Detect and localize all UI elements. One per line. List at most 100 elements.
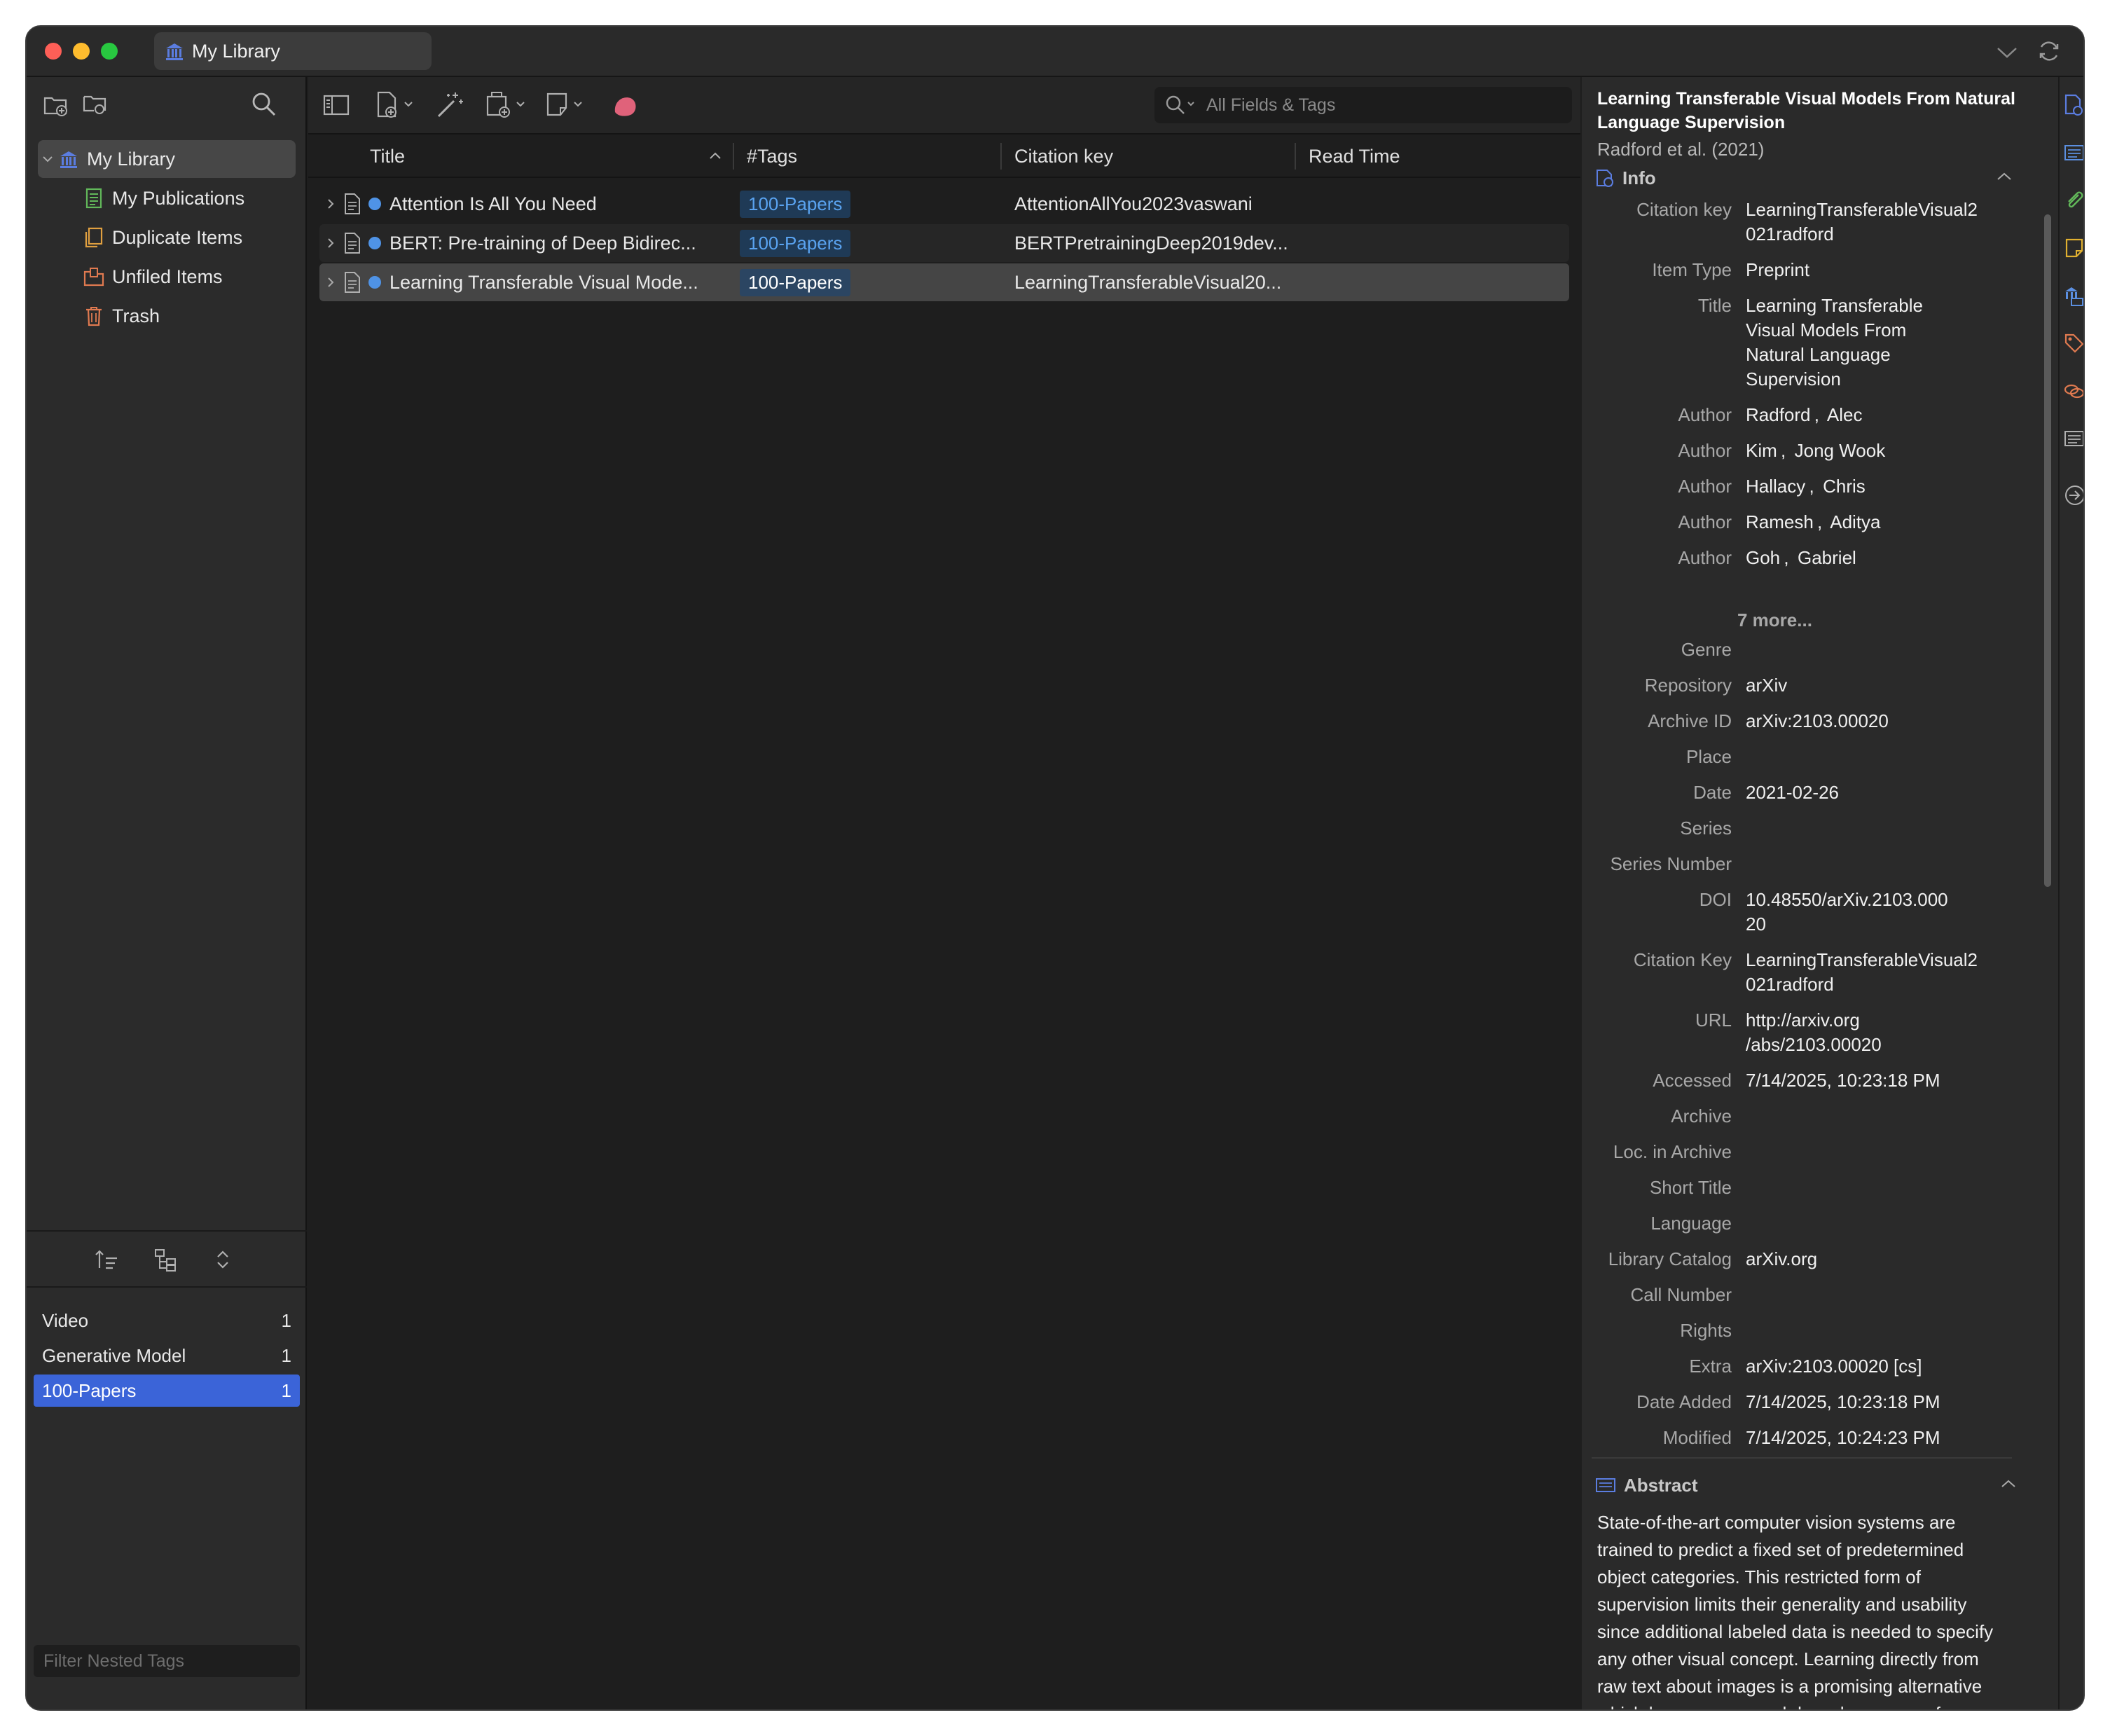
collection-my-publications[interactable]: My Publications <box>38 179 296 217</box>
field-value[interactable]: 10.48550/arXiv.2103.000 20 <box>1746 888 2008 937</box>
field-value[interactable]: arXiv:2103.00020 <box>1746 709 2008 733</box>
search-input[interactable]: All Fields & Tags <box>1154 87 1572 123</box>
field-value[interactable]: LearningTransferableVisual2 021radford <box>1746 948 2008 997</box>
tab-label: My Library <box>192 40 281 62</box>
info-nav-icon[interactable] <box>2063 92 2083 118</box>
magic-wand-icon[interactable] <box>434 90 465 120</box>
collection-label: Duplicate Items <box>112 226 243 248</box>
field-value[interactable]: Learning Transferable Visual Models From… <box>1746 294 2008 392</box>
abstract-section-header[interactable]: Abstract <box>1594 1471 1697 1499</box>
field-value[interactable]: 2021-02-26 <box>1746 780 2008 805</box>
tags-nav-icon[interactable] <box>2063 332 2083 354</box>
scrollbar-thumb[interactable] <box>2044 214 2051 887</box>
field-label: Repository <box>1644 675 1732 696</box>
field-label: Author <box>1678 511 1732 532</box>
field-value[interactable]: Ramesh , Aditya <box>1746 510 2008 535</box>
tag-filter-input[interactable]: Filter Nested Tags <box>34 1645 300 1677</box>
abstract-nav-icon[interactable] <box>2063 142 2083 164</box>
field-label: Place <box>1685 746 1732 767</box>
citation-key: LearningTransferableVisual20... <box>1014 271 1282 293</box>
collection-label: Unfiled Items <box>112 266 223 287</box>
new-saved-search-icon[interactable] <box>81 91 109 119</box>
annotation-color-icon[interactable] <box>609 91 640 119</box>
chevron-right-icon[interactable] <box>325 224 336 262</box>
table-row[interactable]: BERT: Pre-training of Deep Bidirec... 10… <box>319 224 1569 262</box>
locate-icon[interactable] <box>2063 483 2083 507</box>
annotations-nav-icon[interactable] <box>2063 427 2083 450</box>
new-note-icon[interactable] <box>544 90 590 119</box>
field-value[interactable]: Preprint <box>1746 258 2008 282</box>
field-value[interactable]: 7/14/2025, 10:23:18 PM <box>1746 1068 2008 1093</box>
column-header-citation-key[interactable]: Citation key <box>1014 135 1113 178</box>
field-value[interactable]: 7/14/2025, 10:24:23 PM <box>1746 1426 2008 1450</box>
collection-trash[interactable]: Trash <box>38 297 296 335</box>
field-value[interactable]: 7/14/2025, 10:23:18 PM <box>1746 1390 2008 1414</box>
field-value[interactable]: Radford , Alec <box>1746 403 2008 427</box>
trash-icon <box>83 305 105 327</box>
related-nav-icon[interactable] <box>2063 380 2083 402</box>
table-row[interactable]: Learning Transferable Visual Mode... 100… <box>319 263 1569 301</box>
field-label: Archive ID <box>1648 710 1732 731</box>
field-value[interactable]: http://arxiv.org /abs/2103.00020 <box>1746 1008 2008 1057</box>
toggle-pane-icon[interactable] <box>322 92 350 118</box>
libraries-collections-nav-icon[interactable] <box>2063 284 2083 307</box>
chevron-right-icon[interactable] <box>325 185 336 223</box>
section-nav-rail <box>2058 77 2083 1709</box>
field-label: URL <box>1695 1010 1732 1031</box>
tree-view-icon[interactable] <box>153 1247 178 1272</box>
column-header-read-time[interactable]: Read Time <box>1309 135 1400 178</box>
collapse-abstract-icon[interactable] <box>1999 1477 2018 1491</box>
new-item-icon[interactable] <box>374 90 420 119</box>
column-header-title[interactable]: Title <box>370 135 405 178</box>
add-attachment-icon[interactable] <box>483 90 532 119</box>
field-value[interactable]: LearningTransferableVisual2 021radford <box>1746 198 2008 247</box>
search-icon[interactable] <box>249 90 279 119</box>
collection-unfiled-items[interactable]: Unfiled Items <box>38 258 296 296</box>
citation-key: BERTPretrainingDeep2019dev... <box>1014 232 1288 254</box>
field-value[interactable]: arXiv <box>1746 673 2008 698</box>
tag-chip: 100-Papers <box>740 190 851 218</box>
chevron-right-icon[interactable] <box>325 263 336 301</box>
collection-my-library[interactable]: My Library <box>38 140 296 178</box>
info-section-header[interactable]: Info <box>1594 164 1656 192</box>
library-icon <box>57 148 80 170</box>
collapse-info-icon[interactable] <box>1995 170 2013 184</box>
field-label: Rights <box>1680 1320 1732 1341</box>
sort-icon[interactable] <box>94 1247 119 1272</box>
table-row[interactable]: Attention Is All You Need 100-Papers Att… <box>319 185 1569 223</box>
chevron-down-icon[interactable] <box>1995 42 2019 63</box>
field-label: Call Number <box>1630 1284 1732 1305</box>
item-title: Attention Is All You Need <box>389 193 597 214</box>
new-collection-icon[interactable] <box>42 91 70 119</box>
tag-item-video[interactable]: Video 1 <box>34 1304 300 1337</box>
field-label: Item Type <box>1652 259 1732 280</box>
search-placeholder: All Fields & Tags <box>1206 95 1336 115</box>
collection-duplicate-items[interactable]: Duplicate Items <box>38 219 296 256</box>
minimize-window-button[interactable] <box>73 43 90 60</box>
field-label: Extra <box>1689 1356 1732 1377</box>
chevron-down-icon[interactable] <box>38 153 57 165</box>
field-value[interactable]: arXiv:2103.00020 [cs] <box>1746 1354 2008 1379</box>
field-label: Language <box>1650 1213 1732 1234</box>
item-title: BERT: Pre-training of Deep Bidirec... <box>389 232 696 254</box>
notes-nav-icon[interactable] <box>2063 237 2083 259</box>
field-label: Library Catalog <box>1608 1248 1732 1269</box>
field-value[interactable]: arXiv.org <box>1746 1247 2008 1272</box>
sort-ascending-icon[interactable] <box>708 149 723 163</box>
tag-item-generative-model[interactable]: Generative Model 1 <box>34 1339 300 1372</box>
field-value[interactable]: Goh , Gabriel <box>1746 546 2008 570</box>
zoom-window-button[interactable] <box>101 43 118 60</box>
tag-count: 1 <box>281 1379 291 1401</box>
field-value[interactable]: Hallacy , Chris <box>1746 474 2008 499</box>
items-toolbar: All Fields & Tags <box>308 77 1580 135</box>
tag-item-100-papers[interactable]: 100-Papers 1 <box>34 1375 300 1407</box>
field-label: Author <box>1678 476 1732 497</box>
more-authors-link[interactable]: 7 more... <box>1737 609 1812 631</box>
sync-icon[interactable] <box>2036 38 2062 64</box>
expand-collapse-icon[interactable] <box>212 1247 234 1272</box>
close-window-button[interactable] <box>45 43 62 60</box>
field-value[interactable]: Kim , Jong Wook <box>1746 439 2008 463</box>
attachments-nav-icon[interactable] <box>2063 189 2083 212</box>
column-header-tags[interactable]: #Tags <box>747 135 797 178</box>
tab-my-library[interactable]: My Library <box>154 32 432 70</box>
